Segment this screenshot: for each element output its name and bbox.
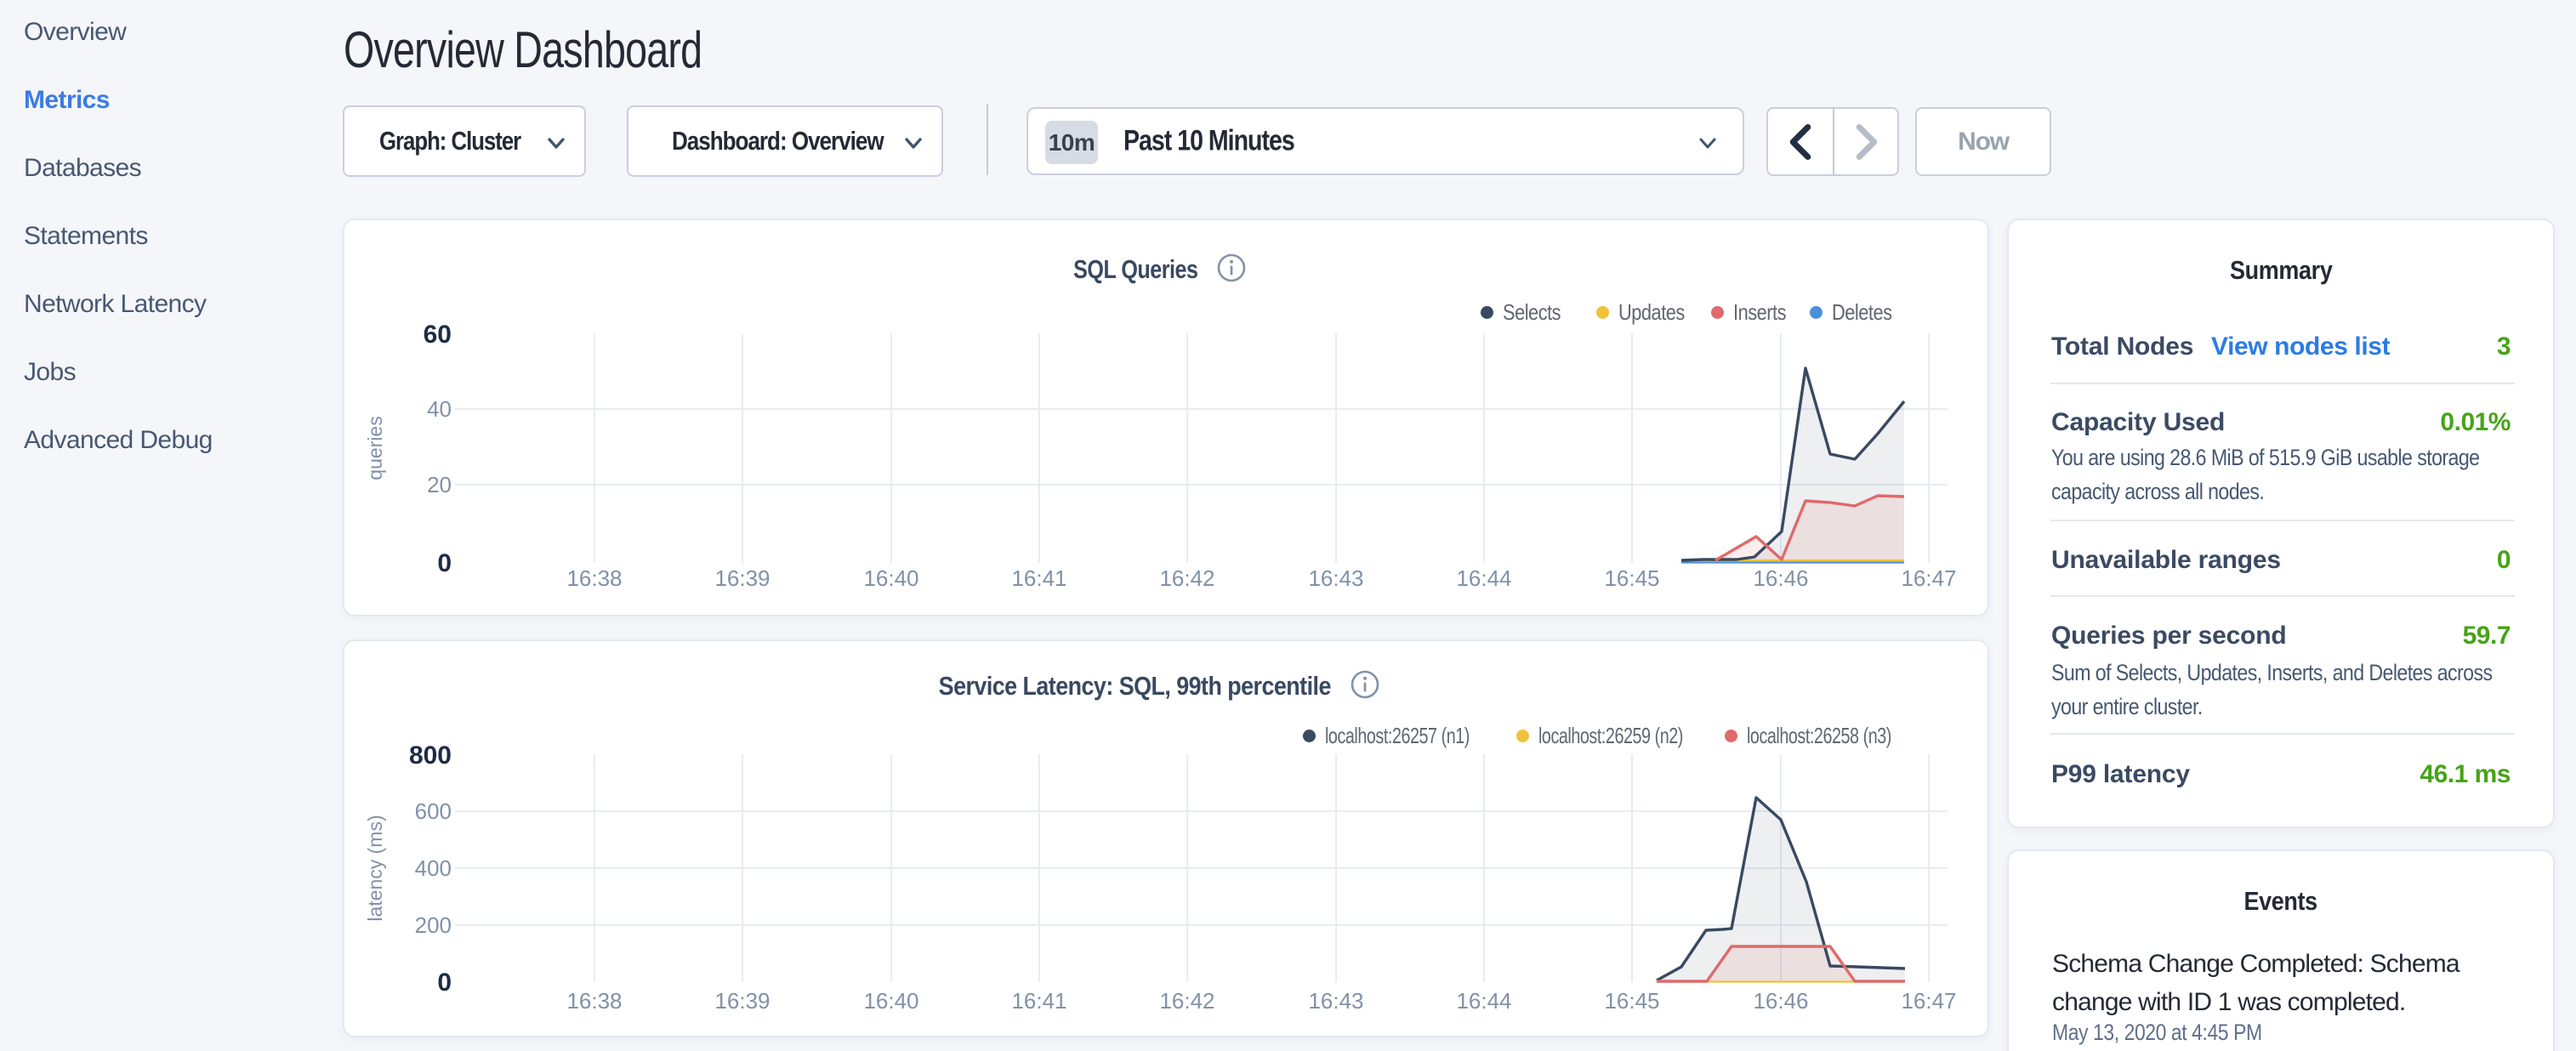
svg-text:latency (ms): latency (ms) xyxy=(364,815,386,921)
svg-text:40: 40 xyxy=(427,396,452,422)
svg-text:16:43: 16:43 xyxy=(1308,565,1363,591)
svg-text:16:41: 16:41 xyxy=(1011,565,1066,591)
svg-text:600: 600 xyxy=(415,798,452,824)
svg-text:200: 200 xyxy=(415,912,452,938)
svg-text:16:42: 16:42 xyxy=(1159,565,1214,591)
svg-text:16:46: 16:46 xyxy=(1753,988,1808,1014)
svg-text:16:40: 16:40 xyxy=(863,565,918,591)
svg-text:16:41: 16:41 xyxy=(1011,988,1066,1014)
svg-text:16:42: 16:42 xyxy=(1159,988,1214,1014)
svg-text:20: 20 xyxy=(427,472,452,497)
svg-text:16:40: 16:40 xyxy=(863,988,918,1014)
svg-text:800: 800 xyxy=(409,741,452,770)
svg-text:16:44: 16:44 xyxy=(1456,988,1511,1014)
svg-text:16:38: 16:38 xyxy=(566,565,622,591)
svg-text:16:39: 16:39 xyxy=(714,988,770,1014)
svg-text:0: 0 xyxy=(437,969,452,997)
svg-text:60: 60 xyxy=(424,321,452,349)
svg-text:0: 0 xyxy=(437,549,452,577)
svg-text:16:45: 16:45 xyxy=(1604,988,1659,1014)
svg-text:16:45: 16:45 xyxy=(1604,565,1659,591)
svg-text:16:38: 16:38 xyxy=(566,988,622,1014)
svg-text:16:47: 16:47 xyxy=(1901,565,1956,591)
svg-text:400: 400 xyxy=(415,855,452,881)
svg-text:16:39: 16:39 xyxy=(714,565,770,591)
svg-text:16:44: 16:44 xyxy=(1456,565,1511,591)
svg-text:16:47: 16:47 xyxy=(1901,988,1956,1014)
svg-text:16:43: 16:43 xyxy=(1308,988,1363,1014)
svg-text:queries: queries xyxy=(364,416,386,480)
svg-text:16:46: 16:46 xyxy=(1753,565,1808,591)
